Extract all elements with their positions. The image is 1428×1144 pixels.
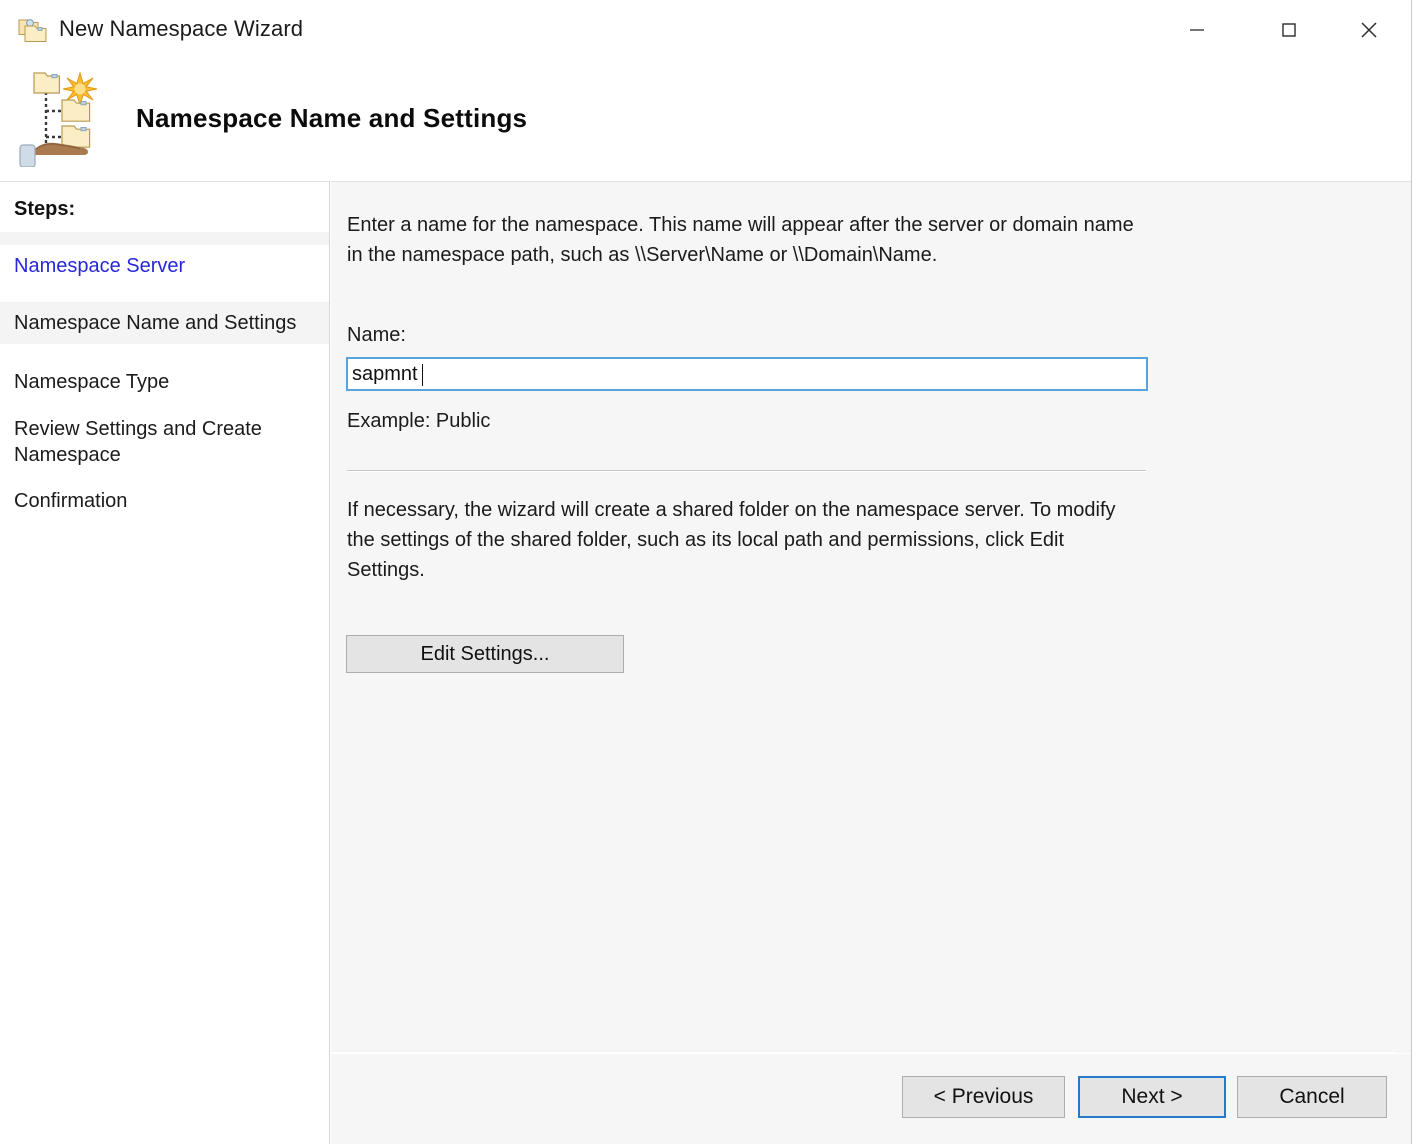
wizard-window: New Namespace Wizard Namespace Name and … (0, 0, 1412, 1144)
sidebar-item-namespace-name-and-settings[interactable]: Namespace Name and Settings (0, 302, 329, 344)
sidebar-item-confirmation[interactable]: Confirmation (0, 480, 329, 522)
name-input[interactable] (352, 359, 1132, 389)
text-caret (422, 364, 423, 386)
name-field-label: Name: (347, 324, 406, 346)
name-example-hint: Example: Public (347, 410, 491, 432)
page-title: Namespace Name and Settings (136, 103, 528, 133)
edit-settings-button[interactable]: Edit Settings... (346, 635, 624, 673)
intro-description: Enter a name for the namespace. This nam… (347, 214, 1134, 266)
wizard-footer: < Previous Next > Cancel (331, 1053, 1411, 1144)
namespace-tree-new-shared-icon (16, 67, 112, 168)
title-bar: New Namespace Wizard (0, 0, 1411, 59)
sidebar-item-label: Namespace Name and Settings (14, 312, 297, 334)
maximize-button[interactable] (1258, 0, 1320, 59)
section-divider (347, 470, 1146, 472)
steps-heading: Steps: (14, 198, 76, 220)
minimize-button[interactable] (1166, 0, 1228, 59)
close-button[interactable] (1338, 0, 1400, 59)
window-title: New Namespace Wizard (59, 16, 304, 41)
previous-button[interactable]: < Previous (902, 1076, 1065, 1118)
sidebar-item-label: Review Settings and Create Namespace (14, 418, 262, 466)
namespace-folders-icon (17, 14, 51, 46)
shared-folder-description: If necessary, the wizard will create a s… (347, 499, 1116, 581)
name-input-container[interactable] (346, 357, 1148, 391)
steps-sidebar: Steps: Namespace Server Namespace Name a… (0, 181, 330, 1144)
sidebar-item-review-settings-and-create-namespace[interactable]: Review Settings and Create Namespace (0, 408, 300, 476)
steps-divider (0, 232, 329, 245)
next-button[interactable]: Next > (1078, 1076, 1226, 1118)
wizard-header: Namespace Name and Settings (0, 59, 1411, 181)
content-pane: Enter a name for the namespace. This nam… (331, 181, 1411, 1052)
sidebar-item-label: Namespace Server (14, 255, 186, 277)
cancel-button[interactable]: Cancel (1237, 1076, 1387, 1118)
sidebar-item-namespace-type[interactable]: Namespace Type (0, 361, 329, 403)
sidebar-item-label: Confirmation (14, 490, 128, 512)
sidebar-item-namespace-server[interactable]: Namespace Server (0, 245, 329, 287)
sidebar-item-label: Namespace Type (14, 371, 170, 393)
